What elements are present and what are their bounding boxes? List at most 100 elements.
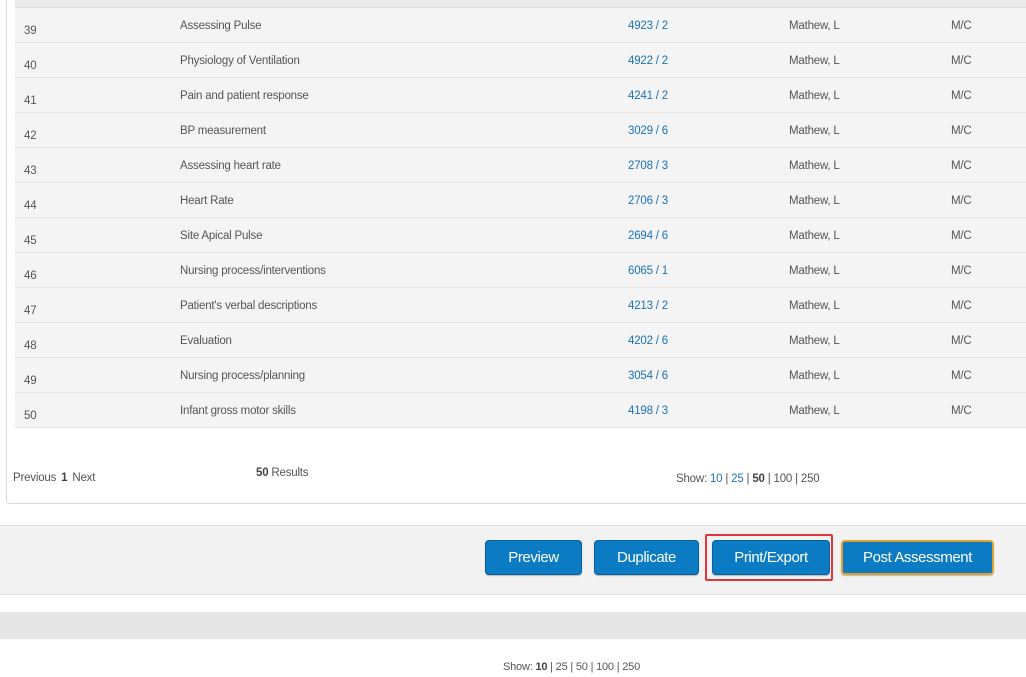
table-row: 48 Evaluation 4202 / 6 Mathew, L M/C	[15, 323, 1026, 358]
question-type: M/C	[951, 265, 972, 277]
item-version-link[interactable]: 4202 / 6	[628, 335, 668, 347]
item-version-link[interactable]: 4922 / 2	[628, 55, 668, 67]
question-author: Mathew, L	[789, 265, 840, 277]
table-header-strip	[15, 0, 1026, 8]
question-title: Site Apical Pulse	[180, 230, 263, 242]
results-number: 50	[256, 467, 269, 479]
question-title: Evaluation	[180, 335, 232, 347]
footer-page-size-option-25[interactable]: 25	[556, 661, 568, 673]
question-author: Mathew, L	[789, 160, 840, 172]
question-number: 39	[24, 25, 37, 37]
page-size-option-100[interactable]: 100	[774, 473, 793, 485]
print-export-button[interactable]: Print/Export	[712, 540, 830, 575]
question-title: Assessing Pulse	[180, 20, 262, 32]
current-page-number: 1	[61, 472, 68, 484]
item-version-link[interactable]: 4923 / 2	[628, 20, 668, 32]
item-version-link[interactable]: 4241 / 2	[628, 90, 668, 102]
question-title: Nursing process/planning	[180, 370, 305, 382]
item-version-link[interactable]: 4213 / 2	[628, 300, 668, 312]
item-version-link[interactable]: 2706 / 3	[628, 195, 668, 207]
question-type: M/C	[951, 55, 972, 67]
question-number: 44	[24, 200, 37, 212]
pagination: Previous 1 Next	[13, 472, 95, 484]
item-version-link[interactable]: 4198 / 3	[628, 405, 668, 417]
results-count: 50 Results	[256, 467, 309, 479]
table-row: 50 Infant gross motor skills 4198 / 3 Ma…	[15, 393, 1026, 428]
footer-page-size-selector: Show: 10 | 25 | 50 | 100 | 250	[503, 661, 640, 673]
question-title: Nursing process/interventions	[180, 265, 326, 277]
post-assessment-button[interactable]: Post Assessment	[841, 540, 994, 575]
footer-page-size-label: Show:	[503, 661, 533, 673]
question-type: M/C	[951, 300, 972, 312]
question-author: Mathew, L	[789, 125, 840, 137]
table-row: 39 Assessing Pulse 4923 / 2 Mathew, L M/…	[15, 8, 1026, 43]
item-version-link[interactable]: 2694 / 6	[628, 230, 668, 242]
footer-page-size-option-250[interactable]: 250	[622, 661, 640, 673]
question-author: Mathew, L	[789, 405, 840, 417]
item-version-link[interactable]: 6065 / 1	[628, 265, 668, 277]
question-type: M/C	[951, 370, 972, 382]
table-row: 40 Physiology of Ventilation 4922 / 2 Ma…	[15, 43, 1026, 78]
item-version-link[interactable]: 2708 / 3	[628, 160, 668, 172]
table-row: 43 Assessing heart rate 2708 / 3 Mathew,…	[15, 148, 1026, 183]
question-author: Mathew, L	[789, 300, 840, 312]
question-number: 40	[24, 60, 37, 72]
question-number: 46	[24, 270, 37, 282]
item-version-link[interactable]: 3054 / 6	[628, 370, 668, 382]
question-number: 41	[24, 95, 37, 107]
table-row: 47 Patient's verbal descriptions 4213 / …	[15, 288, 1026, 323]
question-title: Assessing heart rate	[180, 160, 281, 172]
question-title: Physiology of Ventilation	[180, 55, 300, 67]
questions-table: 39 Assessing Pulse 4923 / 2 Mathew, L M/…	[15, 8, 1026, 428]
question-number: 48	[24, 340, 37, 352]
question-number: 50	[24, 410, 37, 422]
page-size-selector: Show: 10 | 25 | 50 | 100 | 250	[676, 473, 820, 485]
page-size-label: Show:	[676, 473, 707, 485]
assessment-action-bar: Preview Duplicate Print/Export Post Asse…	[0, 525, 1026, 595]
preview-button[interactable]: Preview	[485, 540, 582, 575]
page-size-option-10[interactable]: 10	[710, 473, 723, 485]
results-label: Results	[271, 467, 309, 479]
question-title: Pain and patient response	[180, 90, 309, 102]
footer-page-size-option-10: 10	[535, 661, 548, 673]
question-number: 47	[24, 305, 37, 317]
table-row: 41 Pain and patient response 4241 / 2 Ma…	[15, 78, 1026, 113]
question-type: M/C	[951, 230, 972, 242]
table-row: 49 Nursing process/planning 3054 / 6 Mat…	[15, 358, 1026, 393]
question-type: M/C	[951, 405, 972, 417]
question-type: M/C	[951, 335, 972, 347]
question-type: M/C	[951, 160, 972, 172]
next-page-link[interactable]: Next	[72, 472, 95, 484]
question-title: Patient's verbal descriptions	[180, 300, 318, 312]
question-type: M/C	[951, 20, 972, 32]
question-type: M/C	[951, 90, 972, 102]
duplicate-button[interactable]: Duplicate	[594, 540, 699, 575]
question-author: Mathew, L	[789, 20, 840, 32]
table-row: 44 Heart Rate 2706 / 3 Mathew, L M/C	[15, 183, 1026, 218]
previous-page-link[interactable]: Previous	[13, 472, 56, 484]
question-type: M/C	[951, 195, 972, 207]
question-title: Infant gross motor skills	[180, 405, 296, 417]
question-number: 49	[24, 375, 37, 387]
question-number: 45	[24, 235, 37, 247]
item-version-link[interactable]: 3029 / 6	[628, 125, 668, 137]
question-number: 43	[24, 165, 37, 177]
question-author: Mathew, L	[789, 370, 840, 382]
question-author: Mathew, L	[789, 230, 840, 242]
footer-page-size-option-100[interactable]: 100	[596, 661, 614, 673]
page-size-option-50: 50	[752, 473, 765, 485]
table-row: 45 Site Apical Pulse 2694 / 6 Mathew, L …	[15, 218, 1026, 253]
page-size-option-250[interactable]: 250	[801, 473, 820, 485]
question-author: Mathew, L	[789, 90, 840, 102]
lower-section-header	[0, 612, 1026, 639]
page-size-option-25[interactable]: 25	[731, 473, 744, 485]
footer-page-size-option-50[interactable]: 50	[576, 661, 588, 673]
table-row: 46 Nursing process/interventions 6065 / …	[15, 253, 1026, 288]
question-type: M/C	[951, 125, 972, 137]
question-author: Mathew, L	[789, 195, 840, 207]
question-author: Mathew, L	[789, 55, 840, 67]
question-author: Mathew, L	[789, 335, 840, 347]
question-title: BP measurement	[180, 125, 266, 137]
table-row: 42 BP measurement 3029 / 6 Mathew, L M/C	[15, 113, 1026, 148]
question-number: 42	[24, 130, 37, 142]
